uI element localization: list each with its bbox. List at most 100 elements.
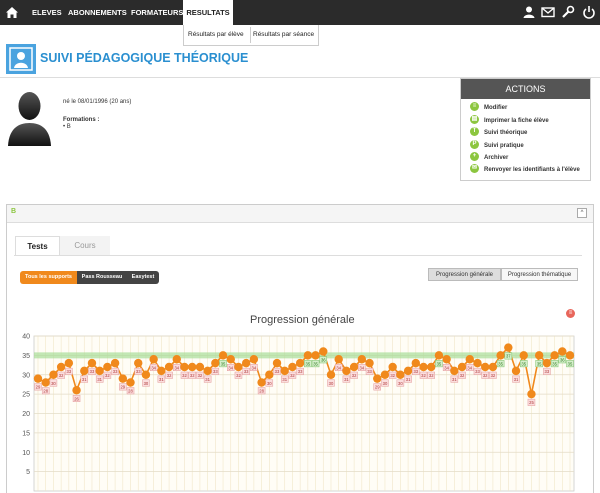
data-point <box>226 355 235 364</box>
y-tick-label: 15 <box>22 430 30 437</box>
data-point <box>180 362 189 372</box>
data-point <box>403 366 413 376</box>
data-point <box>504 343 513 352</box>
data-point <box>272 358 282 368</box>
data-label: 28 <box>259 389 264 394</box>
data-point <box>72 386 81 395</box>
data-point <box>342 366 351 376</box>
data-label: 32 <box>352 373 357 378</box>
data-point <box>126 378 135 387</box>
data-point <box>257 378 266 387</box>
data-point <box>527 389 536 399</box>
data-label: 31 <box>406 377 411 382</box>
data-point <box>326 370 336 379</box>
data-point <box>465 355 474 364</box>
data-label: 35 <box>306 361 311 366</box>
y-tick-label: 10 <box>22 450 30 457</box>
data-point <box>118 374 128 383</box>
data-label: 29 <box>36 385 41 390</box>
data-point <box>103 362 112 372</box>
data-point <box>534 351 544 360</box>
data-label: 35 <box>221 361 226 366</box>
data-point <box>218 351 228 360</box>
data-label: 28 <box>43 389 48 394</box>
data-point <box>357 355 367 364</box>
data-point <box>565 351 575 360</box>
data-label: 31 <box>514 377 519 382</box>
data-label: 33 <box>367 369 372 374</box>
data-label: 33 <box>136 369 141 374</box>
data-point <box>373 374 382 383</box>
data-point <box>349 362 359 372</box>
data-label: 31 <box>97 377 102 382</box>
data-label: 36 <box>560 358 565 363</box>
data-point <box>295 358 305 368</box>
data-point <box>141 370 151 379</box>
data-label: 33 <box>475 369 480 374</box>
data-label: 35 <box>313 361 318 366</box>
data-point <box>195 362 205 372</box>
data-label: 34 <box>228 365 233 370</box>
data-label: 30 <box>51 381 56 386</box>
data-label: 25 <box>529 400 534 405</box>
data-label: 34 <box>151 365 156 370</box>
data-label: 35 <box>568 361 573 366</box>
data-label: 31 <box>452 377 457 382</box>
data-label: 34 <box>467 365 472 370</box>
data-point <box>311 351 320 360</box>
data-point <box>249 355 259 364</box>
data-label: 33 <box>413 369 418 374</box>
data-label: 30 <box>329 381 334 386</box>
data-label: 30 <box>398 381 403 386</box>
data-point <box>450 366 459 376</box>
data-point <box>411 358 420 368</box>
data-point <box>303 351 313 360</box>
data-label: 29 <box>375 385 380 390</box>
data-point <box>473 358 482 368</box>
data-label: 33 <box>298 369 303 374</box>
data-label: 34 <box>174 365 179 370</box>
data-label: 32 <box>167 373 172 378</box>
data-point <box>519 351 528 360</box>
data-label: 30 <box>383 381 388 386</box>
data-label: 30 <box>267 381 272 386</box>
data-label: 34 <box>336 365 341 370</box>
y-tick-label: 5 <box>26 469 30 476</box>
data-point <box>496 351 505 360</box>
data-label: 33 <box>545 369 550 374</box>
data-label: 32 <box>105 373 110 378</box>
data-point <box>149 355 158 364</box>
data-label: 32 <box>421 373 426 378</box>
data-label: 34 <box>359 365 364 370</box>
data-label: 32 <box>390 373 395 378</box>
data-point <box>488 362 498 372</box>
data-label: 32 <box>190 373 195 378</box>
data-point <box>234 362 243 372</box>
y-tick-label: 30 <box>22 372 30 379</box>
data-point <box>334 355 343 364</box>
data-label: 35 <box>521 361 526 366</box>
data-label: 32 <box>198 373 203 378</box>
data-point <box>550 351 559 360</box>
data-point <box>427 362 436 372</box>
data-point <box>480 362 490 372</box>
data-label: 35 <box>437 361 442 366</box>
data-point <box>434 351 444 360</box>
data-point <box>87 358 97 368</box>
data-label: 34 <box>444 365 449 370</box>
data-point <box>157 366 166 376</box>
y-tick-label: 40 <box>22 334 30 341</box>
data-label: 32 <box>236 373 241 378</box>
data-label: 29 <box>120 385 125 390</box>
data-label: 31 <box>205 377 210 382</box>
data-label: 32 <box>491 373 496 378</box>
data-point <box>265 370 274 379</box>
data-point <box>64 358 74 368</box>
data-label: 34 <box>252 365 257 370</box>
data-label: 32 <box>483 373 488 378</box>
data-label: 28 <box>128 389 133 394</box>
data-point <box>457 362 467 372</box>
data-label: 33 <box>213 369 218 374</box>
data-point <box>542 358 552 368</box>
data-label: 33 <box>275 369 280 374</box>
